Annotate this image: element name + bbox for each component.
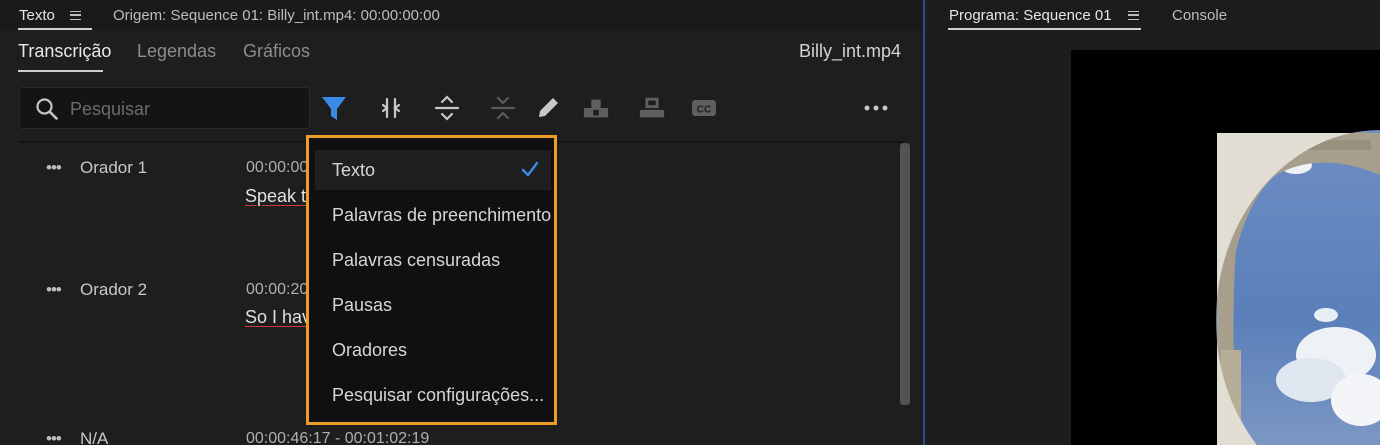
row-timecode: 00:00:20 <box>246 281 309 298</box>
panel-tab-underline <box>18 28 92 30</box>
captions-icon[interactable]: CC <box>690 94 718 122</box>
speaker-label[interactable]: N/A <box>80 429 108 445</box>
program-panel: Programa: Sequence 01 Console <box>928 0 1380 445</box>
program-monitor-viewer[interactable] <box>1071 50 1380 445</box>
checkmark-icon <box>521 161 539 177</box>
edit-icon[interactable] <box>534 94 562 122</box>
collapse-icon[interactable] <box>489 94 517 122</box>
merge-segments-icon[interactable] <box>377 94 405 122</box>
clip-name: Billy_int.mp4 <box>798 41 901 61</box>
menu-item-palavras-preenchimento[interactable]: Palavras de preenchimento <box>315 195 551 235</box>
tab-transcricao[interactable]: Transcrição <box>18 41 111 62</box>
panel-tab-texto[interactable]: Texto <box>19 7 55 24</box>
active-tab-underline <box>18 70 103 72</box>
search-box[interactable] <box>19 87 310 129</box>
tab-program-monitor[interactable]: Programa: Sequence 01 <box>949 7 1112 24</box>
row-options-icon[interactable]: ••• <box>46 280 62 300</box>
row-timecode: 00:00:00 <box>246 159 309 176</box>
program-tab-underline <box>948 28 1141 30</box>
menu-item-texto[interactable]: Texto <box>315 150 551 190</box>
split-segment-icon[interactable] <box>433 94 461 122</box>
speaker-label[interactable]: Orador 2 <box>80 280 147 300</box>
overwrite-icon[interactable] <box>638 94 666 122</box>
video-frame <box>1216 130 1380 445</box>
text-panel-header: Texto Origem: Sequence 01: Billy_int.mp4… <box>0 0 923 30</box>
panel-menu-icon[interactable] <box>70 11 81 20</box>
more-options-icon[interactable] <box>862 94 890 122</box>
text-panel: Texto Origem: Sequence 01: Billy_int.mp4… <box>0 0 925 445</box>
row-timecode: 00:00:46:17 - 00:01:02:19 <box>246 430 430 445</box>
menu-item-pausas[interactable]: Pausas <box>315 285 551 325</box>
source-label: Origem: Sequence 01: Billy_int.mp4: 00:0… <box>113 7 440 24</box>
menu-item-palavras-censuradas[interactable]: Palavras censuradas <box>315 240 551 280</box>
svg-text:CC: CC <box>697 105 711 116</box>
tab-console[interactable]: Console <box>1172 7 1227 24</box>
insert-icon[interactable] <box>582 94 610 122</box>
menu-item-oradores[interactable]: Oradores <box>315 330 551 370</box>
row-options-icon[interactable]: ••• <box>46 158 62 178</box>
menu-item-pesquisar-configuracoes[interactable]: Pesquisar configurações... <box>315 375 551 415</box>
program-panel-header: Programa: Sequence 01 Console <box>928 0 1380 34</box>
speaker-label[interactable]: Orador 1 <box>80 158 147 178</box>
panel-menu-icon[interactable] <box>1128 11 1139 20</box>
tab-legendas[interactable]: Legendas <box>137 41 216 62</box>
filter-icon[interactable] <box>320 94 348 122</box>
search-icon <box>36 98 58 120</box>
scrollbar-thumb[interactable] <box>900 143 910 405</box>
row-options-icon[interactable]: ••• <box>46 429 62 445</box>
filter-dropdown-menu: Texto Palavras de preenchimento Palavras… <box>306 135 557 425</box>
tab-graficos[interactable]: Gráficos <box>243 41 310 62</box>
search-input[interactable] <box>70 98 300 120</box>
